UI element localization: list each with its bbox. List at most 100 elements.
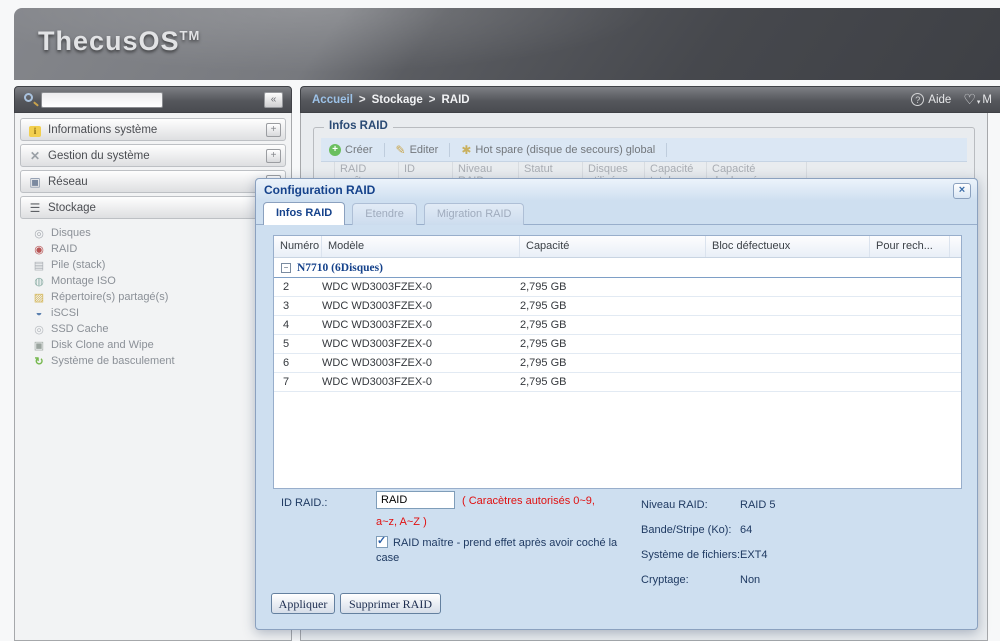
section-label: Informations système [48,124,266,136]
raid-id-label: ID RAID.: [281,497,327,509]
toolbar-divider [666,143,667,157]
expand-plus-button[interactable]: + [266,149,281,163]
toolbar-divider [384,143,385,157]
cell-model: WDC WD3003FZEX-0 [322,376,520,388]
edit-button[interactable]: ✎ Editer [396,143,439,157]
storage-tree: ◎Disques ◉RAID ▤Pile (stack) ◍Montage IS… [20,222,286,377]
fieldset-legend: Infos RAID [324,120,393,132]
allowed-chars-note-line2: a~z, A~Z ) [376,516,427,528]
sidebar-item-ssd-cache[interactable]: ◎SSD Cache [32,321,286,337]
sidebar-section-informations-systeme[interactable]: i Informations système + [20,118,286,141]
stack-icon: ▤ [32,259,46,272]
sidebar-item-disques[interactable]: ◎Disques [32,225,286,241]
raid-id-input[interactable] [376,491,455,509]
disk-group-row[interactable]: − N7710 (6Disques) [274,258,961,278]
collapse-minus-icon[interactable]: − [281,263,291,273]
apply-button[interactable]: Appliquer [271,593,335,614]
cell-capacity: 2,795 GB [520,376,961,388]
table-row[interactable]: 2WDC WD3003FZEX-02,795 GB [274,278,961,297]
help-icon[interactable]: ? [911,93,924,106]
raid-toolbar: + Créer ✎ Editer ✱ Hot spare (disque de … [321,138,967,162]
iscsi-icon: ◒ [32,307,46,319]
cell-num: 5 [274,338,322,350]
sidebar: i Informations système + ✕ Gestion du sy… [14,113,292,641]
sidebar-item-montage-iso[interactable]: ◍Montage ISO [32,273,286,289]
iso-icon: ◍ [32,275,46,288]
expand-plus-button[interactable]: + [266,123,281,137]
help-link[interactable]: Aide [928,94,951,106]
breadcrumb-separator: > [429,94,436,106]
favorites-caret-icon[interactable]: ▾ [977,98,981,106]
table-row[interactable]: 7WDC WD3003FZEX-02,795 GB [274,373,961,392]
cell-capacity: 2,795 GB [520,300,961,312]
delete-raid-button[interactable]: Supprimer RAID [340,593,441,614]
column-header-numero[interactable]: Numéro d... [274,236,322,257]
column-header-bloc-defectueux[interactable]: Bloc défectueux [706,236,870,257]
table-row[interactable]: 3WDC WD3003FZEX-02,795 GB [274,297,961,316]
disk-table-rows: 2WDC WD3003FZEX-02,795 GB3WDC WD3003FZEX… [274,278,961,392]
cell-model: WDC WD3003FZEX-0 [322,281,520,293]
column-header-capacite[interactable]: Capacité [520,236,706,257]
column-header-modele[interactable]: Modèle [322,236,520,257]
sidebar-section-reseau[interactable]: ▣ Réseau + [20,170,286,193]
cell-model: WDC WD3003FZEX-0 [322,300,520,312]
tab-migration-raid[interactable]: Migration RAID [424,203,525,225]
info-icon: i [27,123,43,137]
raid-master-checkbox-label: RAID maître - prend effet après avoir co… [376,537,617,564]
breadcrumb-separator: > [359,94,366,106]
cell-model: WDC WD3003FZEX-0 [322,357,520,369]
allowed-chars-note-line1: ( Caracètres autorisés 0~9, [462,495,595,507]
favorites-heart-icon[interactable]: ♡ [963,91,976,108]
cryptage-label: Cryptage: [641,574,689,586]
shared-folder-icon: ▨ [32,291,46,304]
cell-num: 4 [274,319,322,331]
cell-capacity: 2,795 GB [520,281,961,293]
dialog-tabbar: Infos RAID Etendre Migration RAID [256,202,977,225]
sidebar-item-iscsi[interactable]: ◒iSCSI [32,305,286,321]
sidebar-search-bar: « [14,86,292,113]
cell-capacity: 2,795 GB [520,357,961,369]
pencil-icon: ✎ [396,143,406,157]
raid-master-checkbox-row: RAID maître - prend effet après avoir co… [376,534,628,566]
disk-table-header: Numéro d... Modèle Capacité Bloc défectu… [274,236,961,258]
dialog-title: Configuration RAID [264,183,375,197]
tab-infos-raid[interactable]: Infos RAID [263,202,345,225]
breadcrumb-home[interactable]: Accueil [312,94,353,106]
table-row[interactable]: 5WDC WD3003FZEX-02,795 GB [274,335,961,354]
niveau-raid-value: RAID 5 [740,499,775,511]
section-label: Stockage [48,202,281,214]
sidebar-item-raid[interactable]: ◉RAID [32,241,286,257]
sidebar-collapse-button[interactable]: « [264,92,283,108]
dialog-titlebar[interactable]: Configuration RAID × [256,179,977,201]
sidebar-item-pile-stack[interactable]: ▤Pile (stack) [32,257,286,273]
table-row[interactable]: 4WDC WD3003FZEX-02,795 GB [274,316,961,335]
raid-master-checkbox[interactable] [376,536,388,548]
sidebar-section-stockage[interactable]: ☰ Stockage [20,196,286,219]
tab-etendre[interactable]: Etendre [352,203,417,225]
sidebar-section-gestion-systeme[interactable]: ✕ Gestion du système + [20,144,286,167]
favorites-label-clipped[interactable]: M [982,94,992,106]
sidebar-item-systeme-basculement[interactable]: ↻Système de basculement [32,353,286,369]
table-row[interactable]: 6WDC WD3003FZEX-02,795 GB [274,354,961,373]
search-input[interactable] [41,92,163,108]
breadcrumb-raid: RAID [442,94,470,106]
ssd-icon: ◎ [32,323,46,336]
column-header-pour-rech[interactable]: Pour rech... [870,236,950,257]
stripe-label: Bande/Stripe (Ko): [641,524,732,536]
cell-model: WDC WD3003FZEX-0 [322,319,520,331]
create-button[interactable]: + Créer [329,144,373,156]
gear-icon: ✱ [461,143,471,157]
app-logo: ThecusOSTM [38,26,200,57]
sidebar-item-disk-clone-wipe[interactable]: ▣Disk Clone and Wipe [32,337,286,353]
hot-spare-button[interactable]: ✱ Hot spare (disque de secours) global [461,143,655,157]
failover-icon: ↻ [32,355,46,368]
section-label: Gestion du système [48,150,266,162]
filesystem-value: EXT4 [740,549,768,561]
stripe-value: 64 [740,524,752,536]
breadcrumb-stockage: Stockage [372,94,423,106]
filesystem-label: Système de fichiers: [641,549,740,561]
disk-table: Numéro d... Modèle Capacité Bloc défectu… [273,235,962,489]
close-icon[interactable]: × [953,183,971,199]
storage-icon: ☰ [27,201,43,215]
sidebar-item-repertoires-partages[interactable]: ▨Répertoire(s) partagé(s) [32,289,286,305]
